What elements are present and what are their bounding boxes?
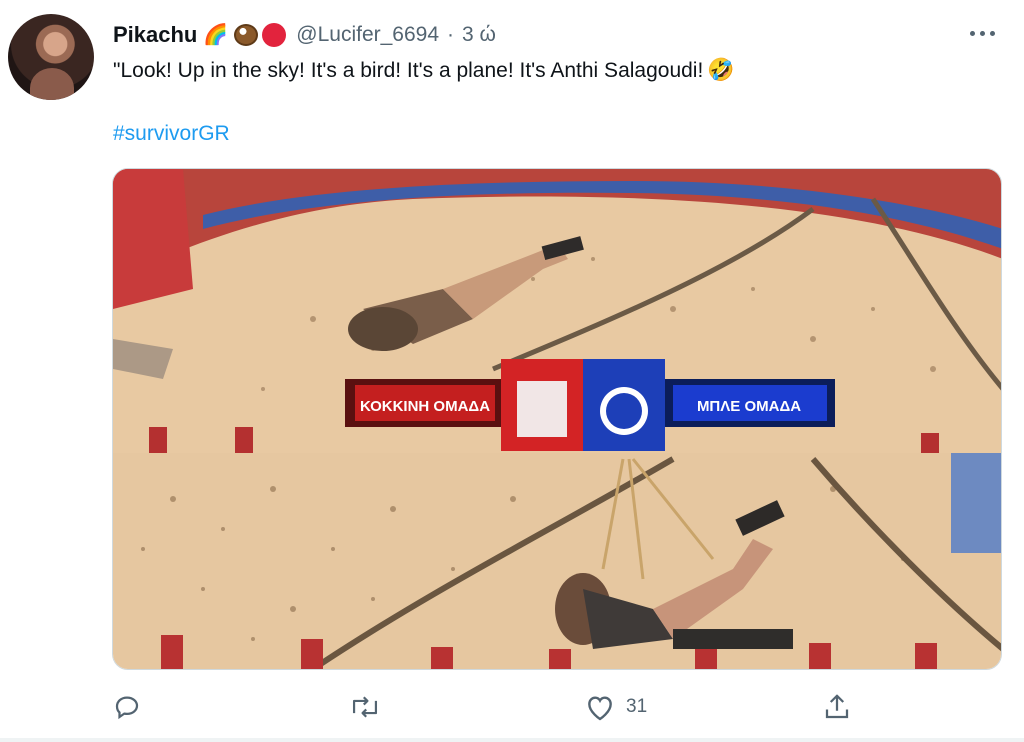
laughing-emoji: 🤣 — [707, 57, 735, 82]
reply-icon — [115, 696, 139, 720]
red-circle-icon — [262, 23, 287, 47]
author-handle[interactable]: @Lucifer_6694 — [296, 23, 439, 47]
action-bar: 31 — [0, 690, 1024, 724]
like-count: 31 — [626, 696, 648, 717]
more-options-icon[interactable] — [970, 24, 1004, 42]
retweet-button[interactable] — [348, 690, 382, 724]
tweet-text-content: "Look! Up in the sky! It's a bird! It's … — [113, 59, 704, 82]
tweet[interactable]: Pikachu 🌈 @Lucifer_6694 · 3 ώ "Look! Up … — [0, 0, 1024, 742]
tweet-media-image[interactable]: ΚΟΚΚΙΝΗ ΟΜΑΔΑ ΜΠΛΕ ΟΜΑΔΑ — [112, 168, 1002, 670]
avatar[interactable] — [8, 14, 94, 100]
hashtag-link[interactable]: #survivorGR — [113, 122, 230, 146]
divider — [0, 738, 1024, 742]
coconut-icon — [234, 24, 259, 46]
share-button[interactable] — [822, 690, 852, 724]
like-icon — [588, 696, 612, 721]
author-name[interactable]: Pikachu — [113, 22, 197, 48]
timestamp[interactable]: 3 ώ — [462, 23, 496, 47]
tweet-text: "Look! Up in the sky! It's a bird! It's … — [113, 56, 735, 85]
banner-left-text: ΚΟΚΚΙΝΗ ΟΜΑΔΑ — [360, 398, 490, 415]
like-button[interactable]: 31 — [584, 690, 647, 724]
banner-right-text: ΜΠΛΕ ΟΜΑΔΑ — [697, 398, 801, 415]
survivor-arena-image: ΚΟΚΚΙΝΗ ΟΜΑΔΑ ΜΠΛΕ ΟΜΑΔΑ — [113, 169, 1001, 669]
separator: · — [447, 23, 455, 46]
share-icon — [825, 694, 849, 719]
retweet-icon — [352, 696, 378, 718]
rainbow-emoji: 🌈 — [203, 24, 229, 46]
reply-button[interactable] — [112, 690, 142, 724]
tweet-header: Pikachu 🌈 @Lucifer_6694 · 3 ώ — [113, 20, 496, 50]
